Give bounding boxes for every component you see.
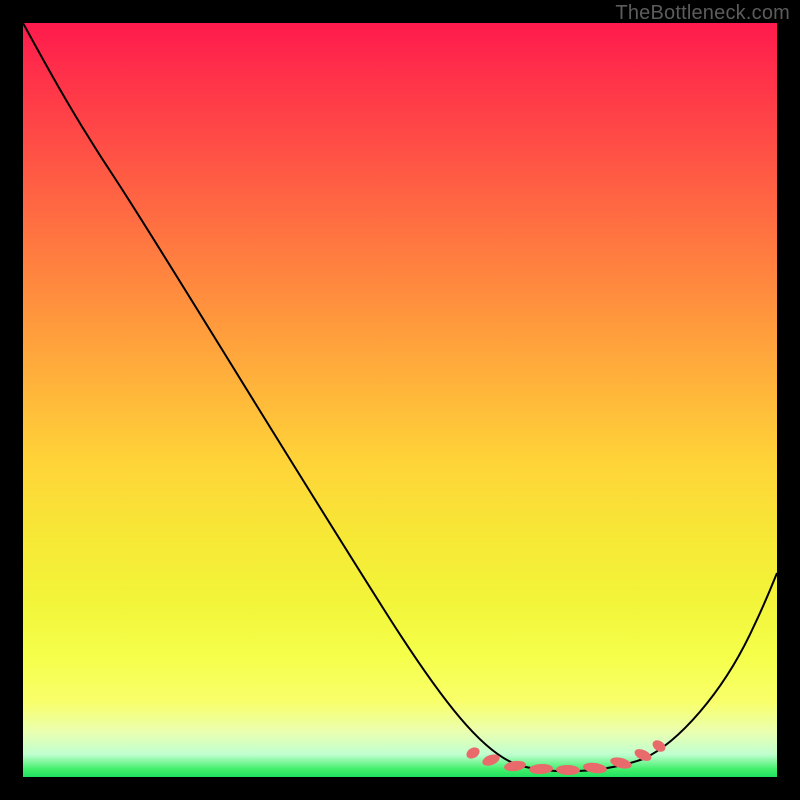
marker-dot <box>529 763 553 774</box>
curve-overlay <box>23 23 777 777</box>
plot-area <box>23 23 777 777</box>
chart-frame: TheBottleneck.com <box>0 0 800 800</box>
marker-dot <box>556 765 580 776</box>
marker-dot <box>609 755 633 770</box>
marker-dot <box>503 760 526 773</box>
optimal-zone-markers <box>464 738 667 776</box>
marker-dot <box>464 745 481 761</box>
bottleneck-curve-line <box>23 23 777 771</box>
marker-dot <box>582 761 607 774</box>
watermark-text: TheBottleneck.com <box>615 2 790 25</box>
marker-dot <box>650 738 667 754</box>
